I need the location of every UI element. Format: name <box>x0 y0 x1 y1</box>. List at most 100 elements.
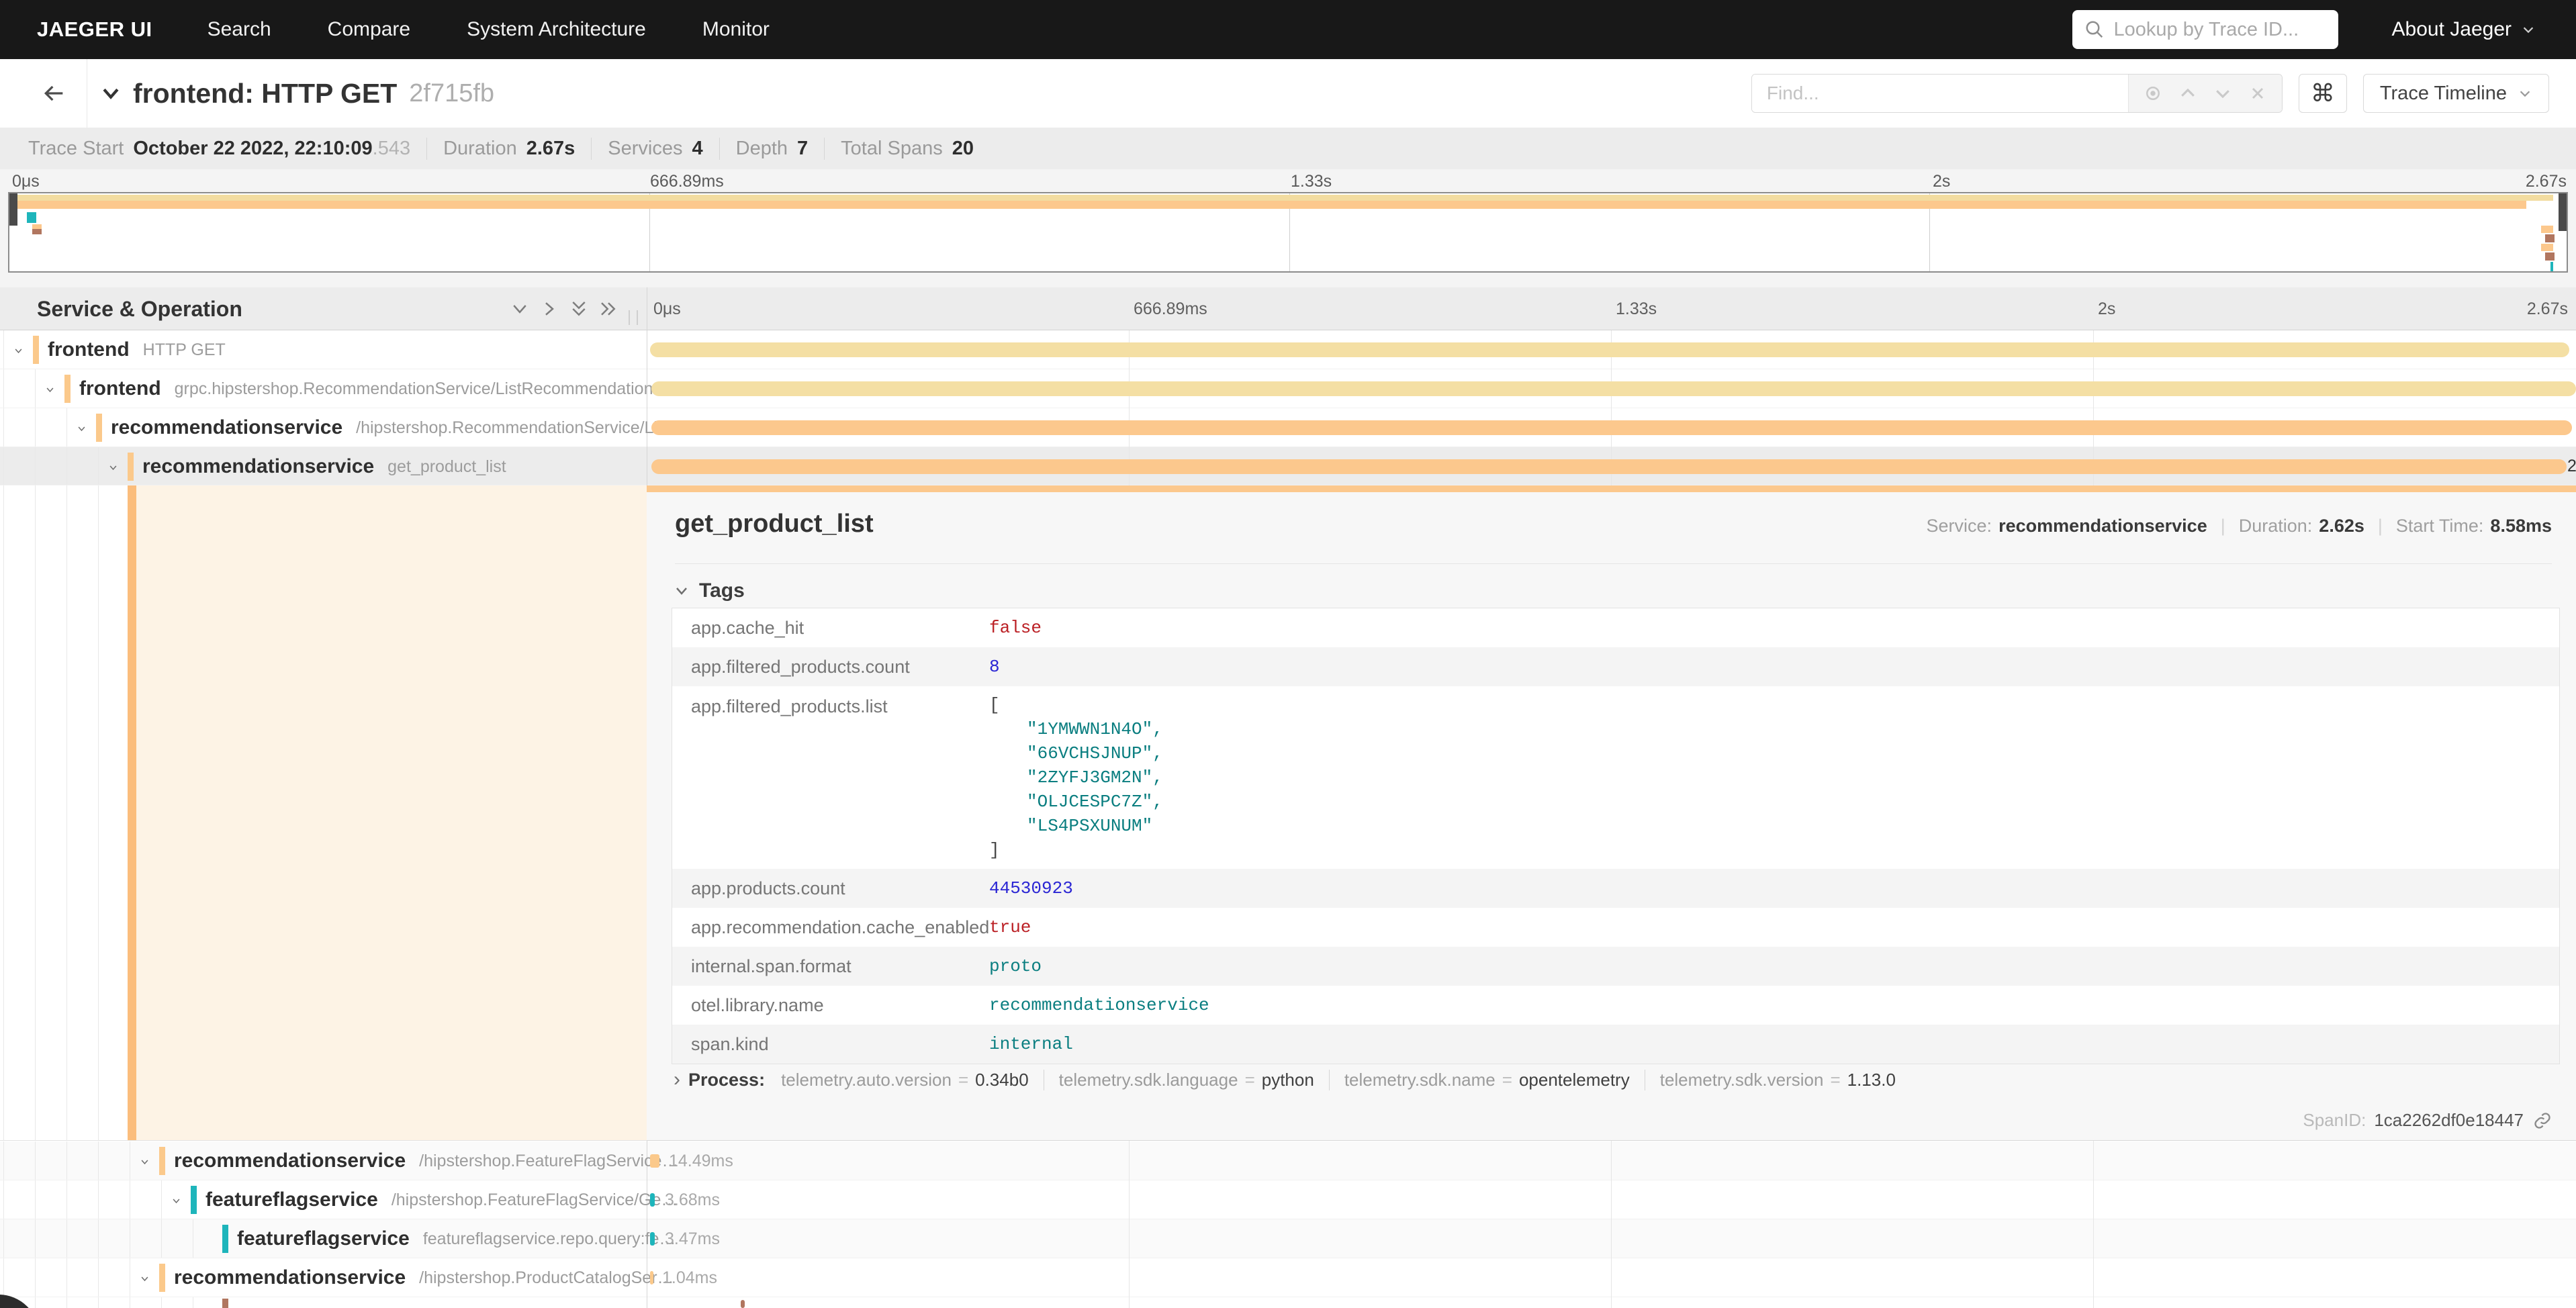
minimap-span-bar <box>2541 226 2553 233</box>
process-title[interactable]: Process: <box>688 1070 765 1090</box>
expand-one-icon[interactable] <box>535 294 564 324</box>
about-jaeger-menu[interactable]: About Jaeger <box>2392 18 2536 41</box>
span-duration-bar[interactable] <box>651 381 2576 396</box>
span-row-frontend-grpc[interactable]: frontend grpc.hipstershop.Recommendation… <box>0 369 2576 408</box>
collapse-all-icon[interactable] <box>564 294 594 324</box>
json-line: "2ZYFJ3GM2N", <box>989 765 2559 790</box>
tag-key: span.kind <box>672 1025 989 1064</box>
link-icon[interactable] <box>2533 1111 2552 1130</box>
prev-match-icon[interactable] <box>2170 76 2205 111</box>
jaeger-brand[interactable]: JAEGER UI <box>37 17 152 42</box>
operation-name: featureflagservice.repo.query:fe… <box>423 1229 676 1249</box>
span-duration-bar[interactable] <box>650 1271 653 1284</box>
operation-name: /hipstershop.FeatureFlagService/Ge… <box>392 1190 678 1210</box>
minimap-span-bar <box>27 212 36 223</box>
span-row-frontend-http-get[interactable]: frontend HTTP GET <box>0 330 2576 369</box>
process-value: 1.13.0 <box>1847 1070 1896 1090</box>
chevron-down-icon[interactable] <box>13 346 24 356</box>
trace-start-ms: .543 <box>373 138 410 160</box>
span-duration-bar[interactable] <box>650 342 2569 357</box>
services-value: 4 <box>692 138 703 160</box>
tags-table: app.cache_hit false app.filtered_product… <box>672 608 2560 1064</box>
detail-start-label: Start Time: <box>2396 516 2484 536</box>
total-spans-value: 20 <box>952 138 974 160</box>
service-color-bar <box>33 336 39 364</box>
minimap-span-bar <box>2550 262 2553 271</box>
service-color-bar <box>64 375 71 403</box>
service-name: recommendationservice <box>174 1150 406 1172</box>
json-line: ] <box>989 838 2559 862</box>
minimap-span-bar <box>2541 244 2553 251</box>
trace-lookup-input[interactable] <box>2114 19 2326 41</box>
keyboard-shortcuts-button[interactable]: ⌘ <box>2299 74 2347 113</box>
nav-item-search[interactable]: Search <box>208 18 271 41</box>
chevron-right-icon[interactable]: › <box>674 1068 680 1091</box>
depth-label: Depth <box>736 138 788 160</box>
operation-name: grpc.hipstershop.RecommendationService/L… <box>175 379 661 399</box>
search-icon <box>2084 19 2105 40</box>
span-row-partial[interactable] <box>0 1297 2576 1308</box>
chevron-down-icon[interactable] <box>171 1196 181 1206</box>
span-row-get-product-list-selected[interactable]: recommendationservice get_product_list 2… <box>0 447 2576 485</box>
tags-section-title: Tags <box>699 579 745 602</box>
nav-item-monitor[interactable]: Monitor <box>702 18 770 41</box>
nav-item-compare[interactable]: Compare <box>328 18 410 41</box>
span-row-productcatalog[interactable]: recommendationservice /hipstershop.Produ… <box>0 1258 2576 1297</box>
tag-row: span.kind internal <box>672 1025 2559 1064</box>
ruler-tick-1: 666.89ms <box>1134 287 1207 330</box>
span-duration-bar[interactable] <box>741 1300 745 1308</box>
collapse-one-icon[interactable] <box>505 294 535 324</box>
span-row-recommendation-list[interactable]: recommendationservice /hipstershop.Recom… <box>0 408 2576 447</box>
about-jaeger-label: About Jaeger <box>2392 18 2512 41</box>
minimap-tick-1: 666.89ms <box>650 172 724 191</box>
detail-span-color-bar <box>128 485 136 1140</box>
span-id-value: 1ca2262df0e18447 <box>2374 1110 2524 1131</box>
minimap-span-bar <box>2545 252 2555 261</box>
tag-row: app.products.count 44530923 <box>672 869 2559 908</box>
nav-item-system-architecture[interactable]: System Architecture <box>467 18 646 41</box>
collapse-trace-chevron-icon[interactable] <box>99 82 122 105</box>
chevron-down-icon[interactable] <box>45 385 55 395</box>
span-duration-bar[interactable] <box>651 420 2572 435</box>
focus-match-icon[interactable] <box>2135 76 2170 111</box>
span-row-featureflagservice-grpc[interactable]: featureflagservice /hipstershop.FeatureF… <box>0 1180 2576 1219</box>
span-row-featureflag-parent[interactable]: recommendationservice /hipstershop.Featu… <box>0 1141 2576 1180</box>
trace-total-spans: Total Spans 20 <box>824 138 990 160</box>
tag-row: app.filtered_products.count 8 <box>672 647 2559 686</box>
service-name: recommendationservice <box>111 416 342 439</box>
service-color-bar <box>128 453 134 481</box>
minimap-tick-4: 2.67s <box>2526 172 2567 191</box>
tags-section-toggle[interactable]: Tags <box>674 579 745 602</box>
process-key: telemetry.auto.version <box>781 1070 952 1090</box>
arrow-left-icon <box>40 80 67 107</box>
find-input[interactable] <box>1752 75 2128 112</box>
minimap-span-bar <box>32 224 42 229</box>
column-resizer[interactable] <box>629 310 638 325</box>
span-id-row: SpanID: 1ca2262df0e18447 <box>2303 1110 2552 1131</box>
minimap-left-handle[interactable] <box>9 193 17 226</box>
detail-duration-value: 2.62s <box>2319 516 2364 536</box>
next-match-icon[interactable] <box>2205 76 2240 111</box>
chevron-down-icon[interactable] <box>140 1157 150 1167</box>
process-key: telemetry.sdk.name <box>1344 1070 1496 1090</box>
span-duration-bar[interactable] <box>650 1193 655 1207</box>
tag-key: app.cache_hit <box>672 608 989 647</box>
trace-view-selector[interactable]: Trace Timeline <box>2363 74 2549 113</box>
chevron-down-icon[interactable] <box>108 463 118 473</box>
chevron-down-icon[interactable] <box>140 1274 150 1284</box>
span-duration-bar[interactable] <box>651 459 2567 474</box>
span-duration-label: 3.68ms <box>665 1180 720 1219</box>
expand-all-icon[interactable] <box>594 294 623 324</box>
tag-value: 8 <box>989 657 2559 677</box>
operation-name: /hipstershop.FeatureFlagService… <box>419 1152 678 1171</box>
minimap-right-handle[interactable] <box>2559 193 2567 231</box>
service-color-bar <box>159 1147 165 1175</box>
back-button[interactable] <box>20 59 87 128</box>
chevron-down-icon[interactable] <box>77 424 87 434</box>
span-duration-bar[interactable] <box>650 1154 659 1168</box>
span-row-featureflag-repo-query[interactable]: featureflagservice featureflagservice.re… <box>0 1219 2576 1258</box>
clear-find-icon[interactable] <box>2240 76 2275 111</box>
tag-row: internal.span.format proto <box>672 947 2559 986</box>
span-duration-bar[interactable] <box>650 1232 655 1246</box>
minimap-canvas[interactable] <box>8 192 2568 273</box>
